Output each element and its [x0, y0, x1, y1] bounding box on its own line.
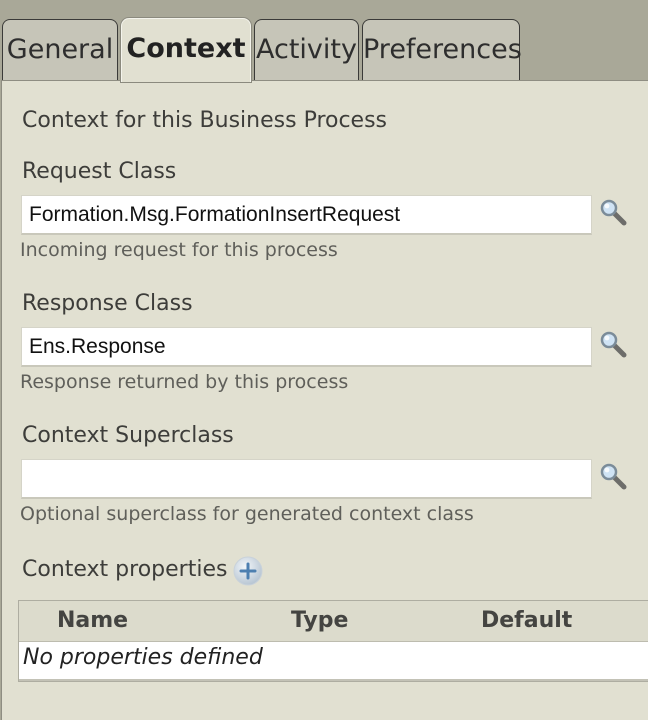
magnifier-icon	[600, 463, 627, 490]
request-class-hint: Incoming request for this process	[20, 239, 338, 261]
context-superclass-label: Context Superclass	[22, 423, 234, 448]
response-class-label: Response Class	[22, 291, 193, 316]
context-superclass-search-button[interactable]	[598, 461, 632, 495]
request-class-label: Request Class	[22, 159, 177, 184]
tab-activity[interactable]: Activity	[254, 19, 359, 81]
context-properties-label: Context properties	[22, 557, 228, 582]
table-bottom-border	[19, 679, 648, 681]
plus-circle-icon	[233, 556, 263, 586]
magnifier-icon	[600, 199, 627, 226]
column-header-default[interactable]: Default	[481, 601, 572, 641]
response-class-hint: Response returned by this process	[20, 371, 349, 393]
context-superclass-input[interactable]	[21, 459, 592, 499]
request-class-search-button[interactable]	[598, 197, 632, 231]
column-header-name[interactable]: Name	[57, 601, 128, 641]
magnifier-icon	[600, 331, 627, 358]
empty-table-message: No properties defined	[23, 645, 263, 670]
tab-preferences[interactable]: Preferences	[362, 19, 522, 81]
tab-bar: General Context Activity Preferences	[0, 0, 648, 82]
context-superclass-hint: Optional superclass for generated contex…	[20, 503, 474, 525]
tab-context[interactable]: Context	[121, 18, 251, 82]
request-class-input[interactable]	[21, 195, 592, 235]
tab-general[interactable]: General	[2, 19, 118, 81]
column-header-type[interactable]: Type	[291, 601, 348, 641]
response-class-search-button[interactable]	[598, 329, 632, 363]
response-class-input[interactable]	[21, 327, 592, 367]
add-property-button[interactable]	[232, 555, 264, 587]
table-header: Name Type Default	[19, 601, 648, 642]
panel-title: Context for this Business Process	[22, 108, 388, 133]
context-properties-table: Name Type Default No properties defined	[18, 600, 648, 682]
